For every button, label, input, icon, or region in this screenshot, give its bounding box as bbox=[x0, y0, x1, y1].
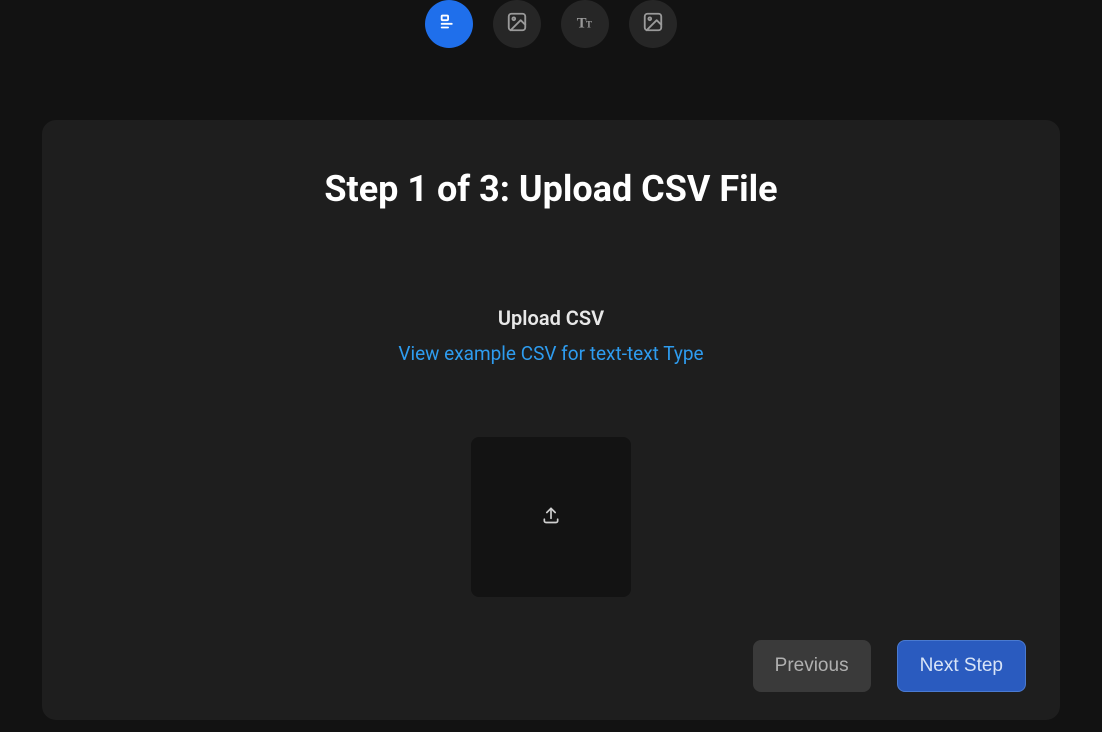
step-title: Step 1 of 3: Upload CSV File bbox=[82, 168, 1020, 210]
upload-card: Step 1 of 3: Upload CSV File Upload CSV … bbox=[42, 120, 1060, 720]
upload-icon bbox=[541, 505, 561, 529]
font-icon: T T bbox=[574, 11, 596, 37]
previous-button[interactable]: Previous bbox=[753, 640, 871, 692]
font-tab[interactable]: T T bbox=[561, 0, 609, 48]
image-tab-1[interactable] bbox=[493, 0, 541, 48]
tab-bar: T T bbox=[0, 0, 1102, 48]
image-icon bbox=[642, 11, 664, 37]
example-csv-link[interactable]: View example CSV for text-text Type bbox=[398, 342, 703, 365]
button-row: Previous Next Step bbox=[753, 640, 1026, 692]
svg-text:T: T bbox=[586, 20, 592, 30]
upload-section: Upload CSV View example CSV for text-tex… bbox=[82, 306, 1020, 597]
text-text-icon bbox=[438, 11, 460, 37]
next-step-button[interactable]: Next Step bbox=[897, 640, 1026, 692]
image-tab-2[interactable] bbox=[629, 0, 677, 48]
image-icon bbox=[506, 11, 528, 37]
upload-dropzone[interactable] bbox=[471, 437, 631, 597]
upload-label: Upload CSV bbox=[498, 306, 604, 330]
text-text-tab[interactable] bbox=[425, 0, 473, 48]
